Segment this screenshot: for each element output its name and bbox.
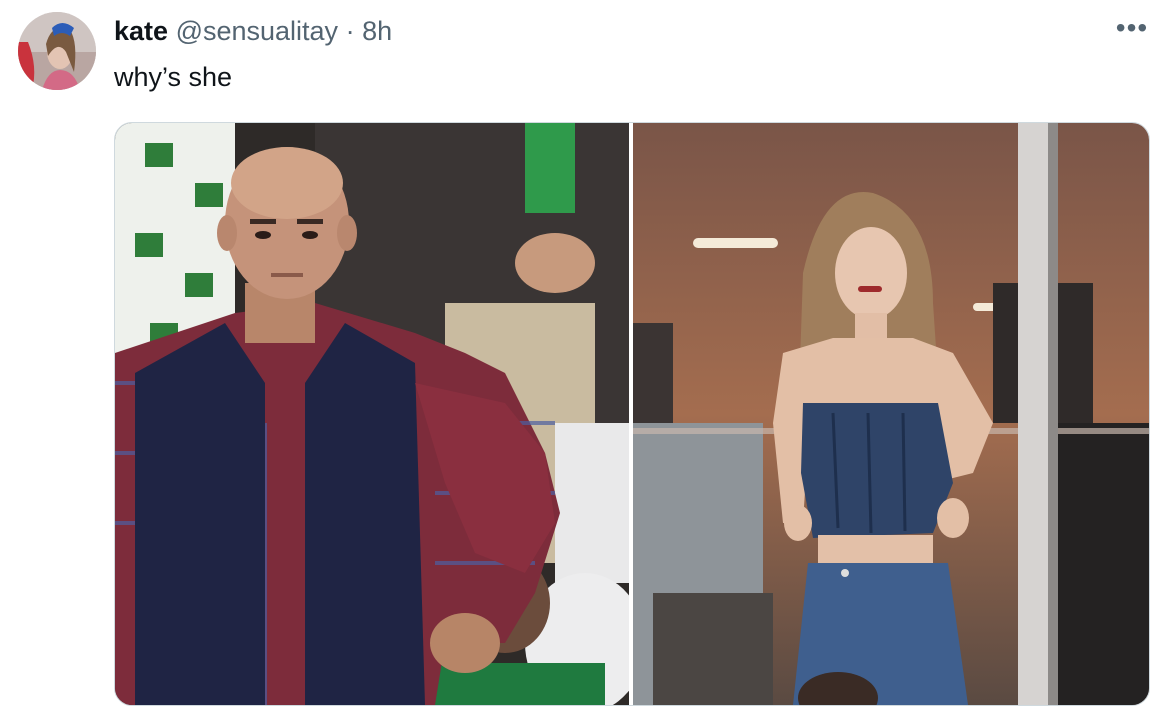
tweet-media[interactable] [114,122,1150,706]
meta-separator: · [338,16,363,46]
photo-right[interactable] [633,123,1149,705]
author-name[interactable]: kate [114,16,168,46]
photo-left[interactable] [115,123,629,705]
avatar[interactable] [18,12,96,90]
tweet-header: kate @sensualitay · 8h [114,16,392,47]
ellipsis-icon[interactable]: ••• [1114,14,1150,46]
tweet-timestamp[interactable]: 8h [362,16,392,46]
author-handle[interactable]: @sensualitay [176,16,339,46]
tweet-text: why’s she [114,62,233,92]
